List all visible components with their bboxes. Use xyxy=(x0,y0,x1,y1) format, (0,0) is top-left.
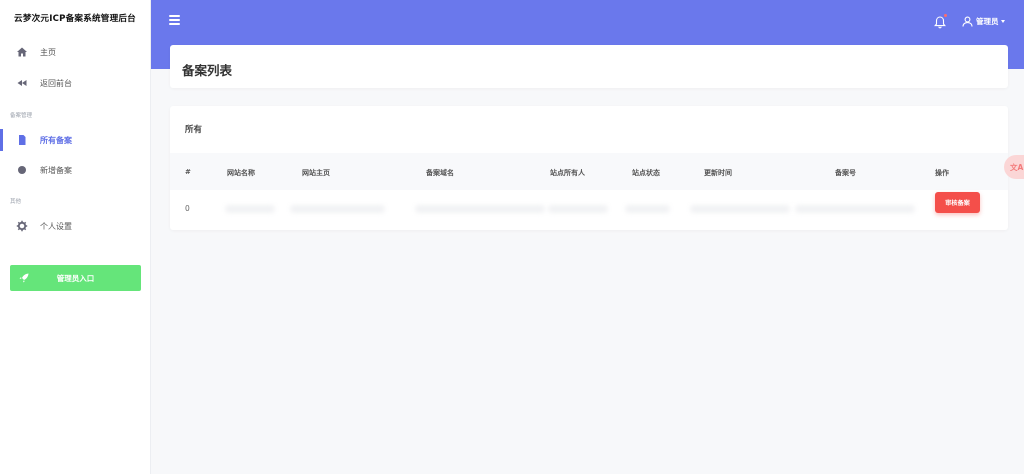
sidebar-item-settings[interactable]: 个人设置 xyxy=(0,215,151,237)
redacted-cell xyxy=(225,205,275,213)
review-filing-button[interactable]: 审核备案 xyxy=(935,192,980,213)
chevron-down-icon xyxy=(1000,19,1005,23)
sidebar-item-label: 所有备案 xyxy=(40,136,72,145)
file-icon xyxy=(19,135,26,145)
redacted-cell xyxy=(795,205,915,213)
redacted-cell xyxy=(290,205,385,213)
sidebar-item-label: 主页 xyxy=(40,48,56,57)
sidebar: 云梦次元ICP备案系统管理后台 主页 返回前台 备案管理 所有备案 新增备案 其… xyxy=(0,0,151,474)
column-header-domain: 备案域名 xyxy=(426,169,454,177)
page-title: 备案列表 xyxy=(182,63,233,78)
sidebar-section-other: 其他 xyxy=(10,199,22,205)
notification-bell-icon[interactable] xyxy=(934,14,947,29)
sidebar-item-home[interactable]: 主页 xyxy=(0,41,151,63)
column-header-index: # xyxy=(185,168,191,176)
menu-toggle-icon[interactable] xyxy=(169,15,181,27)
notification-dot xyxy=(944,14,947,17)
column-header-filing-number: 备案号 xyxy=(835,169,856,177)
sidebar-section-filing: 备案管理 xyxy=(10,113,33,119)
table-row: 0 xyxy=(170,190,1008,228)
user-name: 管理员 xyxy=(976,16,999,26)
page-title-card: 备案列表 xyxy=(170,45,1008,88)
sidebar-item-all-filings[interactable]: 所有备案 xyxy=(0,129,151,151)
redacted-cell xyxy=(690,205,790,213)
user-icon xyxy=(962,16,973,27)
column-header-owner: 站点所有人 xyxy=(550,169,585,177)
redacted-cell xyxy=(548,205,608,213)
row-index: 0 xyxy=(185,204,190,213)
sidebar-item-label: 返回前台 xyxy=(40,79,72,88)
column-header-homepage: 网站主页 xyxy=(302,169,330,177)
home-icon xyxy=(17,47,27,57)
column-header-status: 站点状态 xyxy=(632,169,660,177)
column-header-updated: 更新时间 xyxy=(704,169,732,177)
gear-icon xyxy=(16,220,28,232)
column-header-site-name: 网站名称 xyxy=(227,169,255,177)
sidebar-item-label: 新增备案 xyxy=(40,166,72,175)
backward-icon xyxy=(17,80,27,86)
redacted-cell xyxy=(625,205,670,213)
filing-list-card: 所有 # 网站名称 网站主页 备案域名 站点所有人 站点状态 更新时间 备案号 … xyxy=(170,106,1008,230)
sidebar-item-new-filing[interactable]: 新增备案 xyxy=(0,159,151,181)
translate-icon[interactable]: 文A xyxy=(1004,155,1024,179)
admin-entry-button[interactable]: 管理员入口 xyxy=(10,265,141,291)
card-title: 所有 xyxy=(185,125,203,135)
rocket-icon xyxy=(19,273,29,283)
sidebar-item-label: 个人设置 xyxy=(40,222,72,231)
column-header-actions: 操作 xyxy=(935,169,949,177)
admin-entry-label: 管理员入口 xyxy=(56,273,95,283)
app-brand: 云梦次元ICP备案系统管理后台 xyxy=(14,14,136,24)
table-header: # 网站名称 网站主页 备案域名 站点所有人 站点状态 更新时间 备案号 操作 xyxy=(170,153,1008,190)
user-menu[interactable]: 管理员 xyxy=(962,14,1005,28)
sidebar-item-back-to-front[interactable]: 返回前台 xyxy=(0,72,151,94)
redacted-cell xyxy=(415,205,545,213)
circle-icon xyxy=(18,166,26,174)
